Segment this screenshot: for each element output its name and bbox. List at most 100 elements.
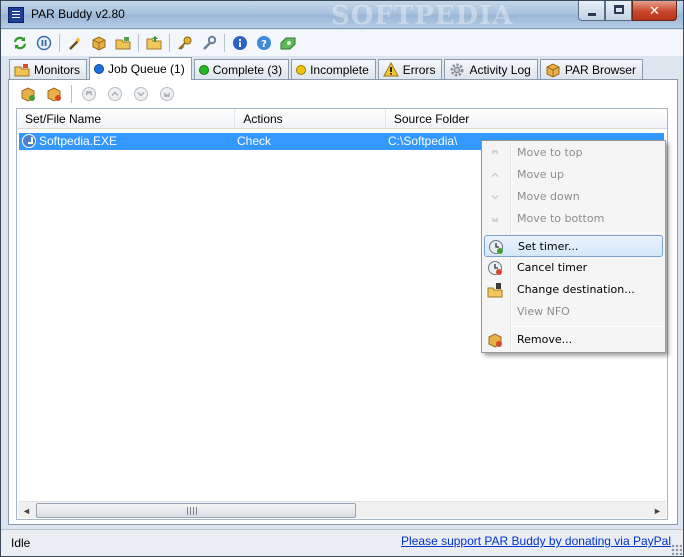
menu-item-move-down[interactable]: Move down <box>484 186 663 208</box>
help-button[interactable]: ? <box>253 32 275 54</box>
pause-button[interactable] <box>33 32 55 54</box>
tab-label: Monitors <box>34 63 81 77</box>
queue-toolbar <box>17 83 178 105</box>
menu-item-remove[interactable]: Remove... <box>484 329 663 351</box>
move-top-icon <box>491 150 499 155</box>
add-par-button[interactable] <box>88 32 110 54</box>
status-text: Idle <box>11 536 31 550</box>
key-icon <box>178 36 192 50</box>
tab-complete[interactable]: Complete (3) <box>193 59 290 80</box>
open-par-button[interactable] <box>112 32 134 54</box>
toolbar-separator <box>138 34 139 52</box>
scroll-right-arrow-icon[interactable]: ► <box>649 502 666 519</box>
help-icon: ? <box>257 36 271 50</box>
warning-icon <box>382 62 399 77</box>
maximize-button[interactable] <box>605 1 632 21</box>
list-header: Set/File Name Actions Source Folder <box>17 109 667 129</box>
wand-icon <box>69 37 81 50</box>
tab-strip: Monitors Job Queue (1) Complete (3) Inco… <box>9 57 643 80</box>
tab-label: Incomplete <box>310 63 369 77</box>
horizontal-scrollbar[interactable]: ◄ ► <box>18 501 666 518</box>
minimize-button[interactable] <box>578 1 605 21</box>
row-name: Softpedia.EXE <box>39 134 118 148</box>
queue-remove-button[interactable] <box>43 83 65 105</box>
package-remove-icon <box>488 333 502 348</box>
queue-move-up-button[interactable] <box>104 83 126 105</box>
menu-separator <box>512 326 663 327</box>
wizard-button[interactable] <box>64 32 86 54</box>
package-icon <box>92 36 106 51</box>
donate-link[interactable]: Please support PAR Buddy by donating via… <box>401 534 671 548</box>
move-bottom-icon <box>491 217 499 222</box>
menu-item-move-up[interactable]: Move up <box>484 164 663 186</box>
column-header-name[interactable]: Set/File Name <box>17 109 236 129</box>
folder-destination-icon <box>487 283 503 298</box>
column-header-source[interactable]: Source Folder <box>386 109 667 129</box>
yellow-dot-icon <box>296 65 307 75</box>
menu-item-cancel-timer[interactable]: Cancel timer <box>484 257 663 279</box>
menu-item-set-timer[interactable]: Set timer... <box>484 235 663 257</box>
timer-icon <box>489 240 503 254</box>
package-open-icon <box>115 37 131 50</box>
menu-item-change-destination[interactable]: Change destination... <box>484 279 663 301</box>
move-down-icon <box>491 195 499 200</box>
queue-move-bottom-button[interactable] <box>156 83 178 105</box>
title-bar[interactable]: PAR Buddy v2.80 SOFTPEDIA ✕ <box>1 1 683 31</box>
menu-item-move-to-bottom[interactable]: Move to bottom <box>484 208 663 230</box>
toolbar-separator <box>224 34 225 52</box>
tab-incomplete[interactable]: Incomplete <box>291 59 376 80</box>
wrench-icon <box>203 35 217 50</box>
scroll-thumb[interactable] <box>36 503 356 518</box>
main-toolbar: ? <box>1 30 683 56</box>
toolbar-separator <box>59 34 60 52</box>
refresh-icon <box>13 36 27 50</box>
tab-errors[interactable]: Errors <box>377 59 443 80</box>
menu-item-view-nfo[interactable]: View NFO <box>484 301 663 323</box>
row-folder: C:\Softpedia\ <box>388 134 458 148</box>
tab-label: Activity Log <box>469 63 531 77</box>
queue-move-top-button[interactable] <box>78 83 100 105</box>
status-bar: Idle Please support PAR Buddy by donatin… <box>1 529 683 556</box>
tab-job-queue[interactable]: Job Queue (1) <box>89 57 192 80</box>
monitors-icon <box>14 64 30 77</box>
blue-dot-icon <box>94 64 105 74</box>
menu-item-move-to-top[interactable]: Move to top <box>484 142 663 164</box>
tab-monitors[interactable]: Monitors <box>9 59 88 80</box>
green-dot-icon <box>198 65 209 75</box>
cancel-timer-icon <box>488 261 502 275</box>
tab-activity-log[interactable]: Activity Log <box>444 59 538 80</box>
scroll-left-arrow-icon[interactable]: ◄ <box>18 502 35 519</box>
refresh-button[interactable] <box>9 32 31 54</box>
close-button[interactable]: ✕ <box>632 1 677 21</box>
close-icon: ✕ <box>649 3 660 18</box>
move-up-icon <box>491 172 499 177</box>
tab-label: PAR Browser <box>564 63 636 77</box>
about-button[interactable] <box>229 32 251 54</box>
scroll-grip <box>187 507 197 515</box>
window-title: PAR Buddy v2.80 <box>31 7 125 21</box>
settings-button[interactable] <box>198 32 220 54</box>
nfo-icon <box>487 304 503 320</box>
resize-grip[interactable] <box>671 544 682 555</box>
gear-icon <box>450 63 464 77</box>
maximize-icon <box>614 5 624 14</box>
queue-move-down-button[interactable] <box>130 83 152 105</box>
move-top-icon <box>82 87 96 101</box>
menu-separator <box>512 232 663 233</box>
toolbar-separator <box>71 85 72 103</box>
tab-par-browser[interactable]: PAR Browser <box>539 59 643 80</box>
package-remove-icon <box>47 87 61 102</box>
move-bottom-icon <box>160 87 174 101</box>
tab-label: Errors <box>402 63 436 77</box>
watermark: SOFTPEDIA <box>331 1 514 31</box>
app-window: PAR Buddy v2.80 SOFTPEDIA ✕ ? Monitors J… <box>0 0 684 557</box>
app-icon[interactable] <box>8 7 24 23</box>
queue-add-button[interactable] <box>17 83 39 105</box>
donate-button[interactable] <box>277 32 299 54</box>
key-button[interactable] <box>174 32 196 54</box>
folder-icon <box>146 36 162 50</box>
column-header-actions[interactable]: Actions <box>235 109 386 129</box>
browser-icon <box>546 63 560 78</box>
toolbar-separator <box>169 34 170 52</box>
folder-button[interactable] <box>143 32 165 54</box>
